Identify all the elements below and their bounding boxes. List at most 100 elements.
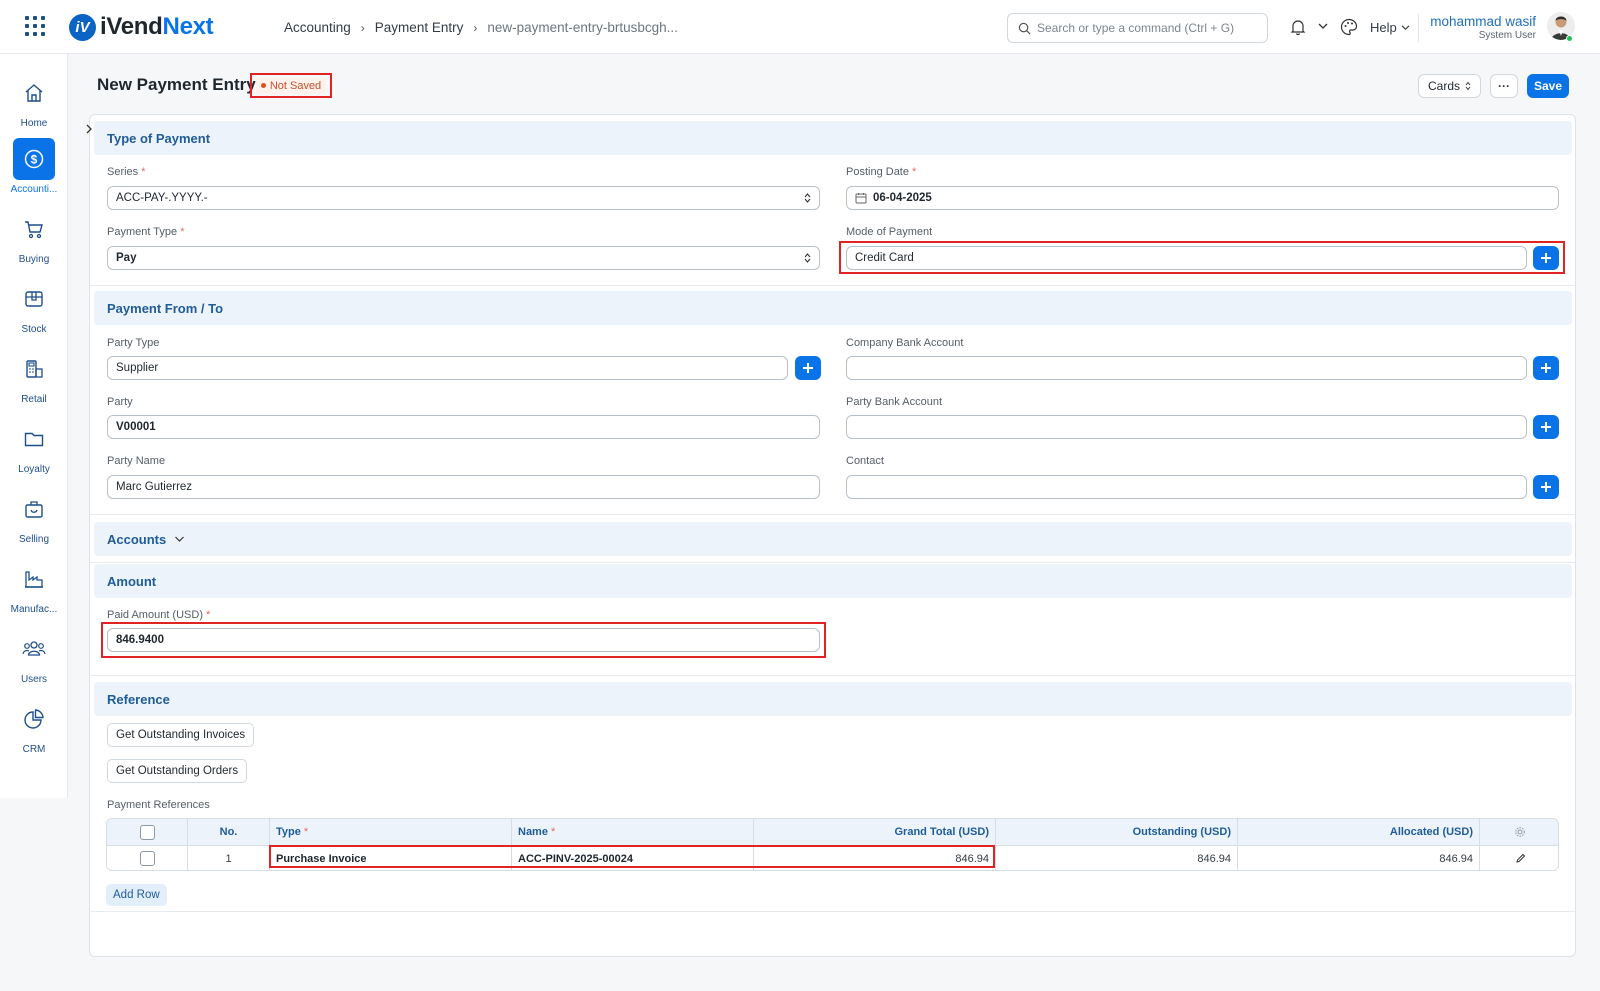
party-name-field[interactable]: Marc Gutierrez — [107, 475, 820, 499]
factory-icon — [25, 571, 43, 588]
party-type-label: Party Type — [107, 337, 160, 349]
add-contact-button[interactable] — [1533, 475, 1559, 499]
sidebar-item-crm[interactable]: CRM — [0, 698, 68, 766]
sidebar-item-buying[interactable]: Buying — [0, 208, 68, 276]
help-menu[interactable]: Help — [1370, 20, 1410, 35]
party-field[interactable]: V00001 — [107, 415, 820, 439]
contact-field[interactable] — [846, 475, 1527, 499]
section-accounts[interactable]: Accounts — [94, 522, 1572, 556]
sidebar-item-label: Buying — [18, 254, 50, 265]
add-mode-of-payment-button[interactable] — [1533, 246, 1559, 270]
chevron-down-icon[interactable] — [1318, 22, 1328, 30]
col-allocated: Allocated (USD) — [1238, 819, 1480, 845]
table-header: No. Type * Name * Grand Total (USD) Outs… — [107, 819, 1558, 846]
company-bank-account-field[interactable] — [846, 356, 1527, 380]
save-button[interactable]: Save — [1527, 74, 1569, 98]
palette-icon[interactable] — [1340, 18, 1358, 36]
row-select-cell — [107, 846, 188, 870]
sidebar-item-label: Users — [20, 674, 48, 685]
section-type-of-payment[interactable]: Type of Payment — [94, 121, 1572, 155]
sidebar-item-label: Selling — [18, 534, 50, 545]
section-title: Amount — [107, 573, 157, 589]
bell-icon[interactable] — [1290, 19, 1306, 36]
add-party-bank-account-button[interactable] — [1533, 415, 1559, 439]
search-bar[interactable]: Search or type a command (Ctrl + G) — [1007, 13, 1268, 43]
chevron-down-icon — [1401, 25, 1410, 31]
add-company-bank-account-button[interactable] — [1533, 356, 1559, 380]
edit-icon[interactable] — [1515, 853, 1526, 864]
col-settings — [1480, 819, 1558, 845]
section-divider — [90, 285, 1575, 286]
sort-arrows-icon — [1465, 81, 1471, 91]
sidebar-item-home[interactable]: Home — [0, 72, 68, 140]
add-party-type-button[interactable] — [795, 356, 821, 380]
plus-icon — [1541, 422, 1551, 432]
user-role: System User — [1478, 30, 1536, 41]
col-outstanding: Outstanding (USD) — [996, 819, 1238, 845]
sidebar-item-users[interactable]: Users — [0, 628, 68, 696]
breadcrumb: Accounting › Payment Entry › new-payment… — [284, 20, 678, 35]
section-reference[interactable]: Reference — [94, 682, 1572, 716]
chevron-down-icon — [175, 536, 185, 542]
party-bank-account-field[interactable] — [846, 415, 1527, 439]
cards-button[interactable]: Cards — [1418, 74, 1481, 98]
row-edit-cell — [1480, 846, 1558, 870]
sidebar-item-selling[interactable]: Selling — [0, 488, 68, 556]
breadcrumb-current: new-payment-entry-brtusbcgh... — [487, 20, 678, 35]
col-no: No. — [188, 819, 270, 845]
get-outstanding-invoices-button[interactable]: Get Outstanding Invoices — [107, 723, 255, 747]
paid-amount-value: 846.9400 — [116, 634, 164, 646]
section-amount[interactable]: Amount — [94, 564, 1572, 598]
series-select[interactable]: ACC-PAY-.YYYY.- — [107, 186, 820, 210]
sidebar-item-stock[interactable]: Stock — [0, 278, 68, 346]
breadcrumb-payment-entry[interactable]: Payment Entry — [375, 20, 464, 35]
sidebar: Home $ Accounti... Buying Stock Retail L… — [0, 54, 68, 798]
status-label: Not Saved — [269, 79, 322, 92]
folder-icon — [24, 432, 44, 447]
row-checkbox[interactable] — [139, 851, 155, 866]
navbar-divider — [1418, 14, 1419, 42]
status-badge: Not Saved — [255, 77, 327, 94]
table-row[interactable]: 1 Purchase Invoice ACC-PINV-2025-00024 8… — [107, 846, 1558, 870]
app-grid-icon[interactable] — [25, 16, 45, 36]
add-row-button[interactable]: Add Row — [106, 884, 167, 906]
select-all-checkbox[interactable] — [139, 824, 155, 840]
sidebar-item-label: Home — [20, 118, 48, 129]
row-name[interactable]: ACC-PINV-2025-00024 — [512, 846, 754, 870]
breadcrumb-accounting[interactable]: Accounting — [284, 20, 351, 35]
more-actions-button[interactable]: ··· — [1490, 74, 1518, 98]
payment-type-select[interactable]: Pay — [107, 246, 820, 270]
section-title: Payment From / To — [107, 300, 224, 316]
sidebar-item-manufacturing[interactable]: Manufac... — [0, 558, 68, 626]
user-info[interactable]: mohammad wasif System User — [1430, 14, 1536, 41]
section-payment-from-to[interactable]: Payment From / To — [94, 291, 1572, 325]
party-bank-account-label: Party Bank Account — [846, 396, 942, 408]
sidebar-item-loyalty[interactable]: Loyalty — [0, 418, 68, 486]
sidebar-item-accounting[interactable]: $ Accounti... — [0, 138, 68, 206]
party-type-field[interactable]: Supplier — [107, 356, 788, 380]
app-logo[interactable]: iV iVendNext — [69, 13, 214, 41]
row-outstanding[interactable]: 846.94 — [996, 846, 1238, 870]
col-grand-total: Grand Total (USD) — [754, 819, 996, 845]
mode-of-payment-field[interactable]: Credit Card — [846, 246, 1527, 270]
sidebar-item-label: Retail — [21, 394, 47, 405]
gear-icon[interactable] — [1514, 826, 1526, 838]
posting-date-field[interactable]: 06-04-2025 — [846, 186, 1559, 210]
chevron-right-icon: › — [360, 20, 365, 35]
user-name: mohammad wasif — [1430, 14, 1536, 29]
posting-date-label: Posting Date — [846, 166, 909, 178]
row-type[interactable]: Purchase Invoice — [270, 846, 512, 870]
posting-date-value: 06-04-2025 — [873, 192, 932, 204]
search-icon — [1018, 22, 1031, 34]
row-grand-total[interactable]: 846.94 — [754, 846, 996, 870]
row-allocated[interactable]: 846.94 — [1238, 846, 1480, 870]
online-indicator — [1566, 35, 1573, 42]
mode-of-payment-label: Mode of Payment — [846, 226, 933, 238]
pie-icon — [24, 709, 44, 729]
sidebar-item-retail[interactable]: Retail — [0, 348, 68, 416]
get-outstanding-orders-button[interactable]: Get Outstanding Orders — [107, 759, 248, 783]
section-divider — [90, 514, 1575, 515]
paid-amount-field[interactable]: 846.9400 — [107, 628, 820, 652]
payment-type-label: Payment Type — [107, 226, 178, 238]
contact-label: Contact — [846, 455, 884, 467]
